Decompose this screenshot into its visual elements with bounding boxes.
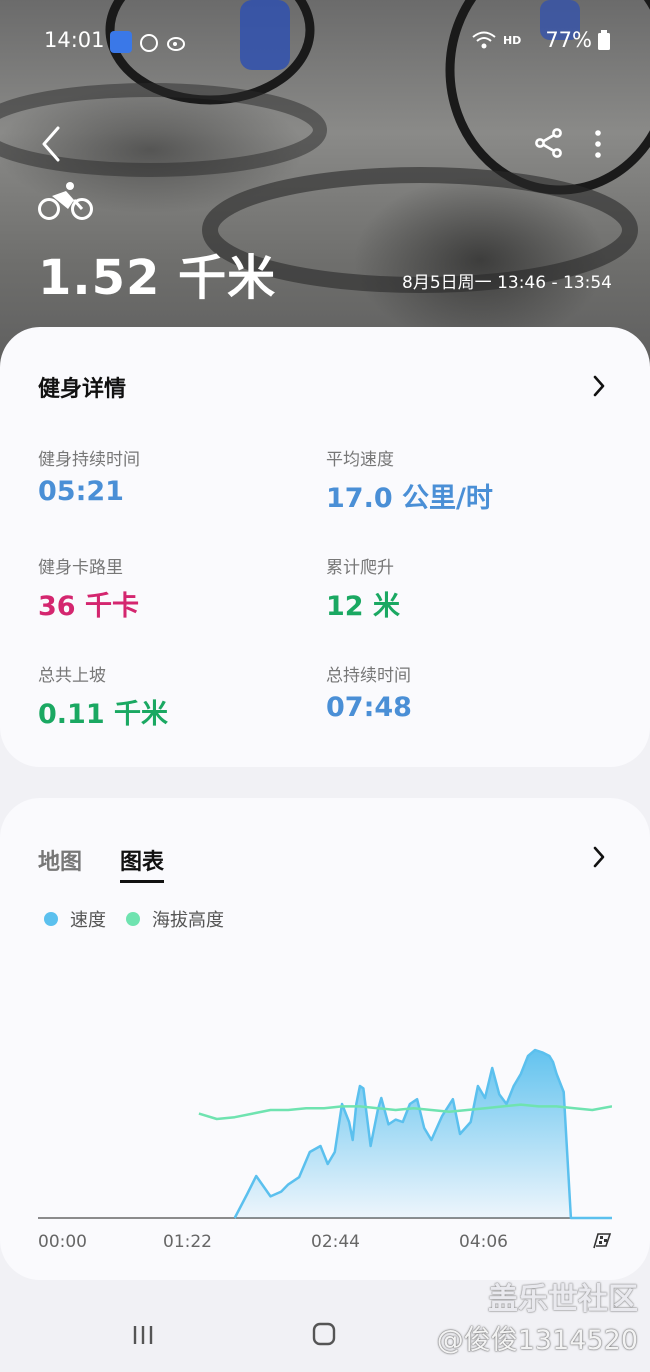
workout-chart [38, 1048, 612, 1220]
chart-card: 地图 图表 速度 海拔高度 00:00 01:22 02:44 04:06 [0, 798, 650, 1280]
workout-distance: 1.52 千米 [38, 250, 277, 306]
stat-label: 健身卡路里 [38, 558, 123, 578]
x-tick-label: 01:22 [163, 1232, 212, 1252]
stat-label: 累计爬升 [326, 558, 394, 578]
stat-value: 12 米 [326, 591, 400, 622]
details-title: 健身详情 [38, 377, 127, 402]
weibo-icon [166, 31, 188, 53]
stat-calories: 健身卡路里 36 千卡 [38, 553, 139, 623]
wifi-icon [472, 31, 496, 49]
network-type: HD [502, 33, 522, 47]
chart-legend: 速度 海拔高度 [44, 906, 244, 932]
speed-area [234, 1050, 612, 1218]
battery-percent: 77% [545, 28, 592, 52]
legend-speed: 速度 [44, 906, 106, 932]
x-tick-label: 02:44 [311, 1232, 360, 1252]
app-notification-icon [110, 31, 132, 53]
stat-label: 健身持续时间 [38, 450, 140, 470]
workout-details-card: 健身详情 健身持续时间 05:21 平均速度 17.0 公里/时 健身卡路里 3… [0, 327, 650, 767]
legend-label: 海拔高度 [152, 910, 224, 931]
stat-workout-duration: 健身持续时间 05:21 [38, 445, 140, 507]
watermark-community: 盖乐世社区 [488, 1282, 638, 1317]
stat-average-speed: 平均速度 17.0 公里/时 [326, 445, 493, 515]
chevron-right-icon[interactable] [592, 375, 606, 397]
x-tick-label: 00:00 [38, 1232, 87, 1252]
stat-label: 总共上坡 [38, 666, 106, 686]
finish-flag-icon [593, 1233, 612, 1249]
x-tick-label: 04:06 [459, 1232, 508, 1252]
hero-header: 14:01 HD 77% 1.52 千米 8月5日周一 13:46 - 13:5… [0, 0, 650, 380]
watermark-user: @俊俊1314520 [436, 1325, 638, 1356]
stat-uphill-distance: 总共上坡 0.11 千米 [38, 661, 168, 731]
stat-value: 17.0 公里/时 [326, 483, 493, 514]
more-options-icon[interactable] [590, 128, 606, 160]
stat-value: 05:21 [38, 476, 124, 507]
tab-chart[interactable]: 图表 [120, 844, 165, 883]
stat-value: 07:48 [326, 692, 412, 723]
cycling-icon [38, 182, 93, 220]
status-bar: 14:01 HD 77% [44, 28, 610, 58]
notification-icon [140, 34, 158, 52]
status-time: 14:01 [44, 28, 105, 52]
stat-value: 0.11 千米 [38, 699, 169, 730]
recent-apps-icon[interactable] [132, 1324, 154, 1346]
stat-elevation-gain: 累计爬升 12 米 [326, 553, 400, 623]
back-icon[interactable] [38, 124, 66, 164]
workout-time-range: 8月5日周一 13:46 - 13:54 [402, 273, 612, 293]
legend-label: 速度 [70, 910, 106, 931]
stat-label: 总持续时间 [326, 666, 411, 686]
chevron-right-icon[interactable] [592, 846, 606, 868]
stat-total-duration: 总持续时间 07:48 [326, 661, 412, 723]
legend-dot [44, 912, 58, 926]
stat-label: 平均速度 [326, 450, 394, 470]
legend-altitude: 海拔高度 [126, 906, 224, 932]
legend-dot [126, 912, 140, 926]
stat-value: 36 千卡 [38, 591, 139, 622]
home-icon[interactable] [312, 1322, 336, 1346]
battery-icon [598, 30, 610, 50]
share-icon[interactable] [534, 128, 564, 158]
tab-map[interactable]: 地图 [38, 844, 82, 876]
